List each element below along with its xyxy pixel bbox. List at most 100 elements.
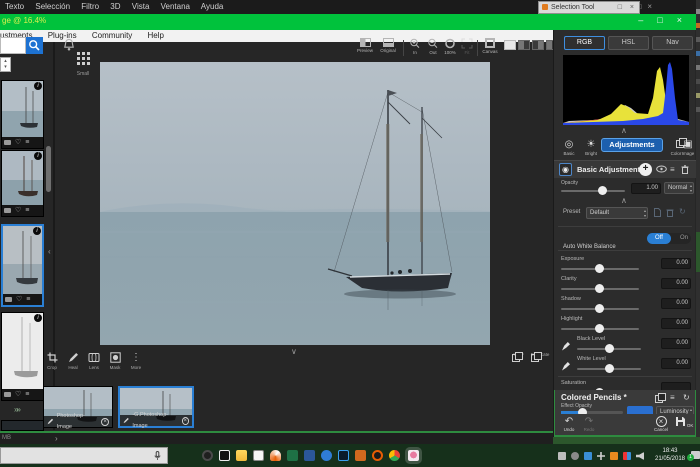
selection-tool-window[interactable]: Selection Tool □ ×: [538, 1, 640, 14]
taskbar-app-vlc[interactable]: [270, 450, 281, 461]
view-split-right-button[interactable]: [532, 40, 544, 50]
thumbs-icon[interactable]: [5, 297, 12, 302]
heart-icon[interactable]: ♡: [15, 205, 21, 216]
menu-help[interactable]: Help: [148, 31, 164, 40]
module-bright[interactable]: ☀Bright: [580, 138, 602, 156]
notifications-bell[interactable]: [62, 38, 76, 52]
collapse-histogram-icon[interactable]: ∧: [621, 126, 627, 135]
collapse-section-icon[interactable]: ∧: [621, 196, 627, 205]
browser-thumbnail-5-partial[interactable]: [1, 420, 44, 431]
heal-tool[interactable]: Heal: [63, 352, 83, 370]
tab-rgb[interactable]: RGB: [564, 36, 605, 50]
reset-icon[interactable]: ↻: [683, 393, 690, 402]
taskbar-app-photoshop[interactable]: [338, 450, 349, 461]
new-preset-icon[interactable]: [654, 208, 661, 219]
basic-adjustment-header[interactable]: ◉ Basic Adjustment + ≡: [554, 160, 696, 178]
filmstrip-thumb-2-selected[interactable]: -G.Photoshop-Image ×: [118, 386, 194, 428]
tray-icon-5[interactable]: [610, 452, 618, 460]
menu-community[interactable]: Community: [92, 31, 132, 40]
taskbar-app-illustrator[interactable]: [355, 450, 366, 461]
eyedropper-icon[interactable]: [561, 358, 572, 369]
remove-icon[interactable]: ×: [182, 417, 189, 425]
menu-vista[interactable]: Vista: [132, 2, 150, 11]
taskbar-app-word[interactable]: [304, 450, 315, 461]
collapse-sidebar-icon[interactable]: ‹: [48, 247, 51, 256]
info-icon[interactable]: i: [33, 227, 41, 235]
browser-thumbnail-1[interactable]: i ♡ ≡: [1, 80, 44, 149]
tab-hsl[interactable]: HSL: [608, 36, 649, 50]
view-split-left-button[interactable]: [518, 40, 530, 50]
filmstrip-thumb-1[interactable]: Photoshop-Image ×: [43, 386, 113, 428]
original-button[interactable]: Original: [377, 38, 399, 60]
tray-icon-volume[interactable]: [636, 452, 644, 460]
sort-stepper[interactable]: ▴▾: [0, 57, 11, 72]
info-icon[interactable]: i: [34, 314, 42, 322]
taskbar-app-cortana[interactable]: [202, 450, 213, 461]
taskbar-app-chrome[interactable]: [389, 450, 400, 461]
heart-icon[interactable]: ♡: [15, 137, 21, 148]
thumbnail-size-button[interactable]: Small: [71, 52, 95, 76]
list-icon[interactable]: ≡: [25, 389, 29, 400]
thumbs-icon[interactable]: [4, 208, 11, 213]
tray-icon-4[interactable]: [597, 452, 605, 460]
view-single-button[interactable]: [504, 40, 516, 50]
mask-tool[interactable]: Mask: [105, 352, 125, 370]
zoom-100-button[interactable]: 100%: [441, 38, 459, 60]
tray-icon-6[interactable]: [623, 452, 631, 460]
taskbar-app-active-photo-editor[interactable]: [408, 450, 419, 461]
preview-button[interactable]: Preview: [354, 38, 376, 60]
delete-preset-icon[interactable]: [666, 208, 674, 219]
thumbs-icon[interactable]: [4, 140, 11, 145]
ok-button[interactable]: OK: [674, 416, 694, 428]
list-icon[interactable]: ≡: [25, 137, 29, 148]
eyedropper-icon[interactable]: [561, 338, 572, 349]
lens-tool[interactable]: Lens: [84, 352, 104, 370]
blend-mode-dropdown[interactable]: Normal: [664, 182, 694, 194]
undo-button[interactable]: ↶Undo: [559, 416, 579, 432]
sidebar-scrollbar[interactable]: [46, 146, 51, 192]
taskbar-app-notepad[interactable]: [253, 450, 264, 461]
menu-icon[interactable]: ≡: [670, 393, 675, 402]
zoom-out-button[interactable]: Out: [425, 38, 441, 60]
awb-toggle[interactable]: Off On: [647, 233, 691, 244]
opacity-slider[interactable]: [561, 190, 625, 192]
taskbar-search[interactable]: [0, 447, 168, 464]
awb-off[interactable]: Off: [647, 233, 671, 244]
search-input[interactable]: [0, 37, 26, 54]
reset-preset-icon[interactable]: ↻: [679, 207, 686, 216]
browser-thumbnail-2[interactable]: i ♡≡: [1, 150, 44, 217]
preset-dropdown[interactable]: Default: [586, 207, 648, 219]
apply-button[interactable]: Apply: [508, 352, 528, 357]
taskbar-app-explorer[interactable]: [236, 450, 247, 461]
search-button[interactable]: [26, 37, 43, 54]
taskbar-app-opera[interactable]: [372, 450, 383, 461]
duplicate-button[interactable]: Duplicate: [530, 352, 550, 357]
list-icon[interactable]: ≡: [26, 294, 30, 305]
opacity-value[interactable]: 1.00: [631, 183, 661, 194]
thumbs-icon[interactable]: [4, 392, 11, 397]
browser-thumbnail-4[interactable]: i ♡ ≡: [1, 312, 44, 401]
trash-icon[interactable]: [681, 165, 689, 176]
taskbar-app-edge[interactable]: [321, 450, 332, 461]
menu-ayuda[interactable]: Ayuda: [201, 2, 224, 11]
effect-title[interactable]: Colored Pencils *: [561, 393, 627, 402]
menu-icon[interactable]: ≡: [670, 165, 675, 174]
menu-filtro[interactable]: Filtro: [81, 2, 99, 11]
visibility-eye-icon[interactable]: [656, 165, 667, 175]
tab-nav[interactable]: Nav: [652, 36, 693, 50]
info-icon[interactable]: i: [34, 82, 42, 90]
heart-icon[interactable]: ♡: [15, 389, 21, 400]
cancel-button[interactable]: ×Cancel: [651, 416, 671, 432]
tray-icon-3[interactable]: [584, 452, 592, 460]
module-image[interactable]: ▣Image: [680, 138, 696, 156]
module-adjustments-selected[interactable]: Adjustments: [601, 138, 663, 152]
menu-ventana[interactable]: Ventana: [161, 2, 190, 11]
canvas-button[interactable]: Canvas: [480, 38, 500, 60]
main-photo-canvas[interactable]: [100, 62, 490, 345]
more-tool[interactable]: ⋮More: [126, 352, 146, 370]
awb-on[interactable]: On: [680, 233, 688, 244]
crop-tool[interactable]: Crop: [42, 352, 62, 370]
next-page-icon[interactable]: »»: [14, 405, 19, 414]
list-icon[interactable]: ≡: [25, 205, 29, 216]
tray-icon-2[interactable]: [571, 452, 579, 460]
